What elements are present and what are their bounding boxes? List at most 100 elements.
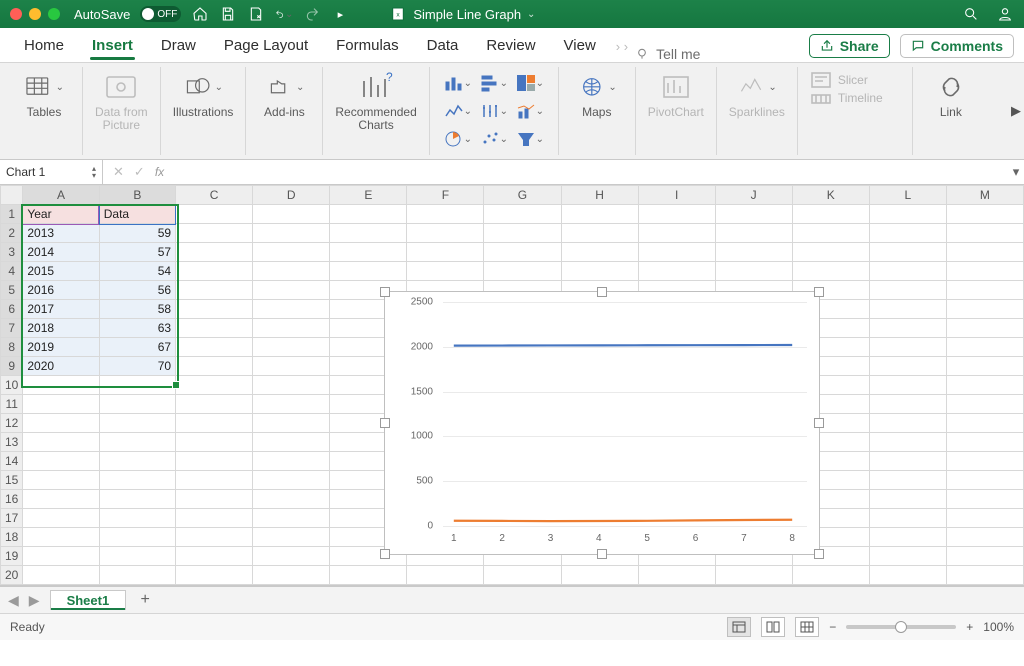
share-button[interactable]: Share <box>809 34 890 58</box>
cell[interactable] <box>407 262 484 281</box>
data-from-picture-button[interactable]: Data from Picture <box>95 71 148 132</box>
funnel-chart-icon[interactable]: ⌄ <box>514 127 546 151</box>
link-button[interactable]: Link <box>925 71 977 119</box>
cell[interactable] <box>484 262 561 281</box>
cell[interactable] <box>253 205 330 224</box>
row-header[interactable]: 20 <box>1 566 23 585</box>
illustrations-button[interactable]: ⌄ Illustrations <box>173 71 234 119</box>
cell[interactable] <box>23 509 99 528</box>
cell[interactable] <box>176 547 253 566</box>
cell[interactable] <box>946 566 1023 585</box>
save-icon[interactable] <box>219 5 237 23</box>
save-as-icon[interactable] <box>247 5 265 23</box>
cell[interactable] <box>638 566 715 585</box>
cell[interactable] <box>253 281 330 300</box>
column-chart-icon[interactable]: ⌄ <box>442 71 474 95</box>
stock-chart-icon[interactable]: ⌄ <box>478 99 510 123</box>
column-header[interactable]: C <box>176 186 253 205</box>
column-header[interactable]: J <box>715 186 792 205</box>
cell[interactable]: Data <box>99 205 175 224</box>
row-header[interactable]: 4 <box>1 262 23 281</box>
cell[interactable] <box>638 243 715 262</box>
sheet-nav-next[interactable]: ▶ <box>29 592 40 609</box>
cell[interactable] <box>99 528 175 547</box>
cell[interactable] <box>869 205 946 224</box>
cell[interactable] <box>23 395 99 414</box>
cell[interactable] <box>715 585 792 587</box>
formula-expand-icon[interactable]: ▾ <box>1008 164 1024 180</box>
cell[interactable]: 56 <box>99 281 175 300</box>
cell[interactable] <box>99 566 175 585</box>
cell[interactable] <box>946 357 1023 376</box>
cell[interactable] <box>176 490 253 509</box>
cell[interactable]: 2018 <box>23 319 99 338</box>
row-header[interactable]: 11 <box>1 395 23 414</box>
resize-handle[interactable] <box>380 418 390 428</box>
cell[interactable] <box>253 243 330 262</box>
chart-series-line[interactable] <box>454 520 792 521</box>
cell[interactable] <box>869 566 946 585</box>
pivotchart-button[interactable]: PivotChart <box>648 71 704 119</box>
cell[interactable] <box>253 528 330 547</box>
home-icon[interactable] <box>191 5 209 23</box>
cell[interactable] <box>23 528 99 547</box>
resize-handle[interactable] <box>814 549 824 559</box>
cell[interactable] <box>99 547 175 566</box>
cell[interactable]: 2015 <box>23 262 99 281</box>
spreadsheet-grid[interactable]: ABCDEFGHIJKLM1YearData220135932014574201… <box>0 185 1024 586</box>
add-sheet-button[interactable]: + <box>136 591 154 609</box>
cell[interactable] <box>253 585 330 587</box>
column-header[interactable]: D <box>253 186 330 205</box>
cell[interactable] <box>176 281 253 300</box>
cell[interactable] <box>99 490 175 509</box>
cell[interactable] <box>946 414 1023 433</box>
column-header[interactable]: E <box>330 186 407 205</box>
cell[interactable] <box>792 224 869 243</box>
tab-data[interactable]: Data <box>413 31 473 62</box>
cell[interactable] <box>253 566 330 585</box>
cell[interactable] <box>715 243 792 262</box>
document-title[interactable]: x Simple Line Graph ⌄ <box>389 5 535 23</box>
cell[interactable] <box>715 566 792 585</box>
search-icon[interactable] <box>962 5 980 23</box>
undo-icon[interactable]: ⌄ <box>275 5 293 23</box>
resize-handle[interactable] <box>814 287 824 297</box>
cell[interactable] <box>869 224 946 243</box>
cell[interactable] <box>792 205 869 224</box>
cell[interactable] <box>484 566 561 585</box>
row-header[interactable]: 2 <box>1 224 23 243</box>
cell[interactable] <box>638 224 715 243</box>
cell[interactable] <box>946 224 1023 243</box>
row-header[interactable]: 5 <box>1 281 23 300</box>
cell[interactable] <box>792 566 869 585</box>
row-header[interactable]: 19 <box>1 547 23 566</box>
cell[interactable] <box>946 490 1023 509</box>
cell[interactable] <box>176 319 253 338</box>
cell[interactable] <box>946 471 1023 490</box>
cell[interactable] <box>330 224 407 243</box>
cell[interactable] <box>176 566 253 585</box>
row-header[interactable]: 18 <box>1 528 23 547</box>
name-box-stepper[interactable]: ▴▾ <box>92 165 96 179</box>
cell[interactable] <box>99 395 175 414</box>
comments-button[interactable]: Comments <box>900 34 1014 58</box>
cell[interactable] <box>869 281 946 300</box>
column-header[interactable]: I <box>638 186 715 205</box>
cell[interactable] <box>407 205 484 224</box>
cell[interactable] <box>253 300 330 319</box>
cell[interactable] <box>946 547 1023 566</box>
row-header[interactable]: 17 <box>1 509 23 528</box>
treemap-chart-icon[interactable]: ⌄ <box>514 71 546 95</box>
cell[interactable] <box>946 300 1023 319</box>
combo-chart-icon[interactable]: ⌄ <box>514 99 546 123</box>
enter-formula-icon[interactable]: ✓ <box>134 164 145 180</box>
cell[interactable] <box>638 585 715 587</box>
cell[interactable] <box>253 262 330 281</box>
row-header[interactable]: 15 <box>1 471 23 490</box>
cell[interactable] <box>946 319 1023 338</box>
cell[interactable] <box>253 395 330 414</box>
minimize-window-button[interactable] <box>29 8 41 20</box>
tab-review[interactable]: Review <box>472 31 549 62</box>
autosave-toggle[interactable]: OFF <box>140 6 181 22</box>
chart-series-line[interactable] <box>454 345 792 346</box>
